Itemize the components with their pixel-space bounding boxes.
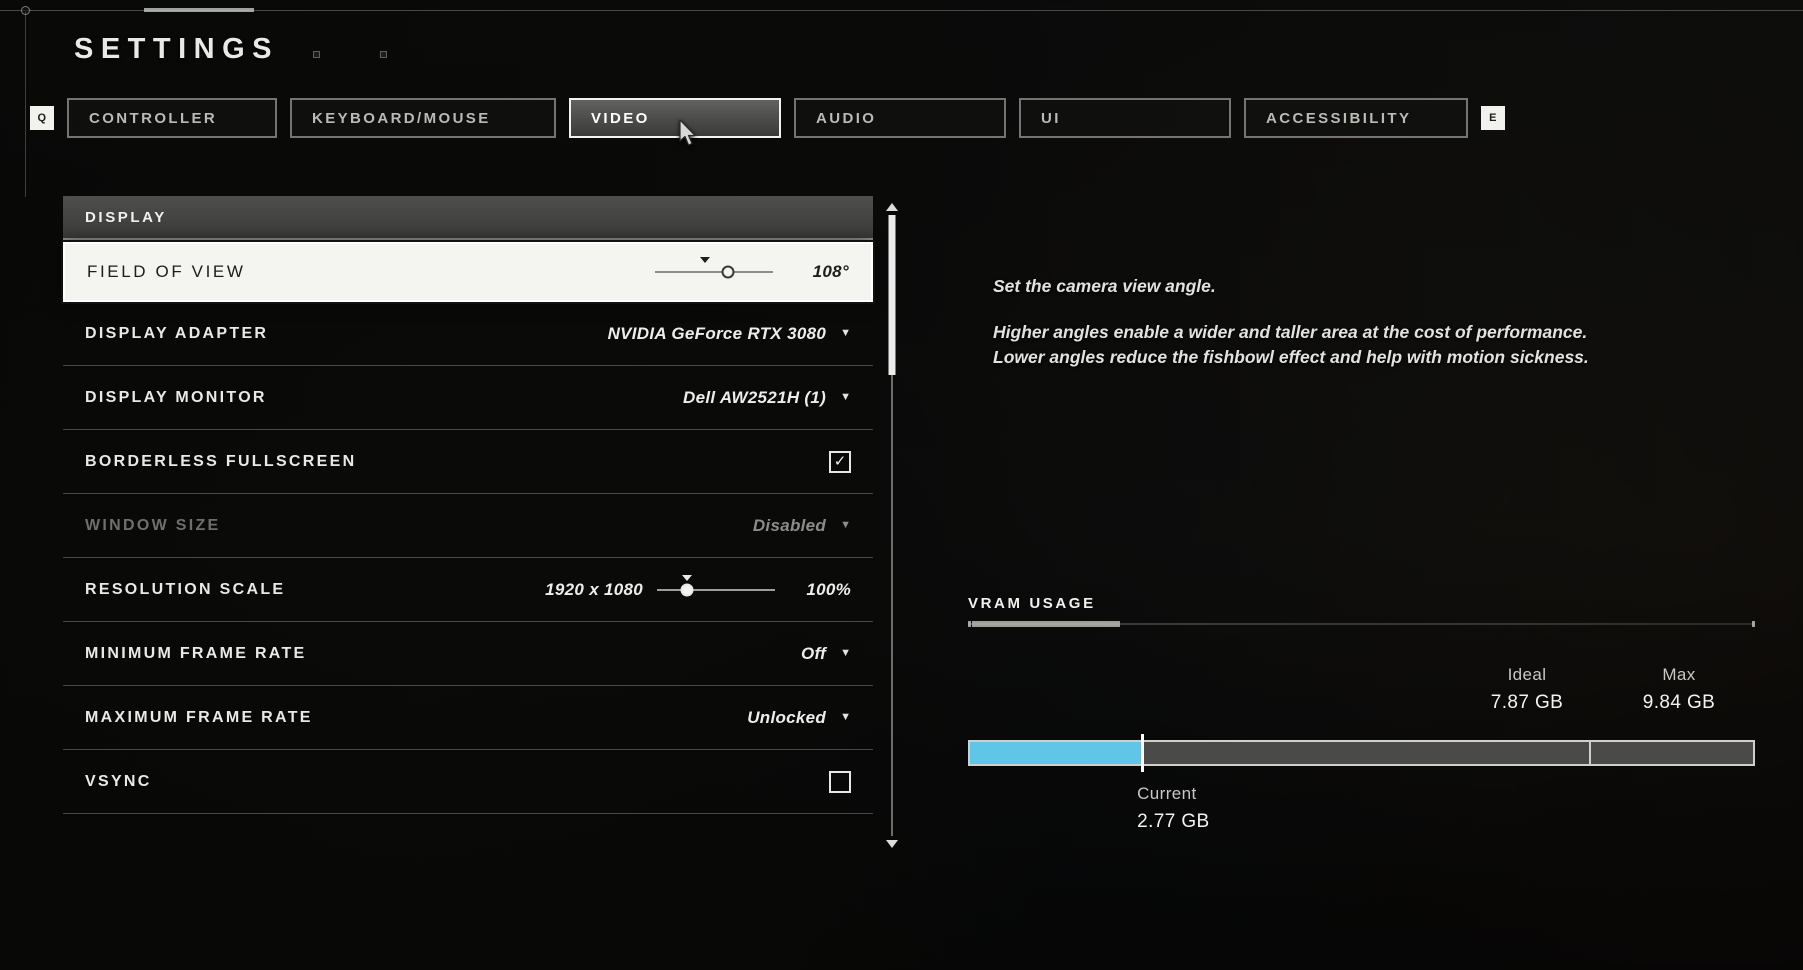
left-frame-rule — [25, 12, 26, 197]
tab-controller[interactable]: CONTROLLER — [67, 98, 277, 138]
prev-tab-key-badge[interactable]: Q — [30, 106, 54, 130]
vram-ideal-stat: Ideal 7.87 GB — [1451, 665, 1603, 714]
chevron-down-icon[interactable]: ▼ — [840, 712, 851, 723]
setting-row-window-size: WINDOW SIZE Disabled ▼ — [63, 494, 873, 558]
field-of-view-label: FIELD OF VIEW — [87, 262, 246, 281]
vram-stats: Ideal 7.87 GB Max 9.84 GB — [1451, 665, 1755, 714]
tab-video-label: VIDEO — [591, 109, 650, 127]
vram-usage-rule — [968, 621, 1755, 627]
vram-usage-panel: VRAM USAGE Ideal 7.87 GB Max 9.84 GB Cur… — [968, 595, 1755, 832]
vram-current-stat: Current 2.77 GB — [1137, 784, 1210, 833]
vram-usage-bar — [968, 734, 1755, 772]
tab-ui-label: UI — [1041, 109, 1061, 127]
borderless-fullscreen-checkbox[interactable]: ✓ — [829, 450, 851, 473]
settings-tabbar: Q CONTROLLER KEYBOARD/MOUSE VIDEO AUDIO … — [30, 98, 1505, 138]
resolution-scale-resolution: 1920 x 1080 — [545, 579, 643, 599]
top-frame-accent — [144, 8, 254, 12]
setting-description: Set the camera view angle. Higher angles… — [993, 275, 1773, 368]
field-of-view-value: 108° — [812, 262, 849, 281]
resolution-scale-default-tick-icon — [681, 574, 692, 581]
tab-accessibility-label: ACCESSIBILITY — [1266, 109, 1412, 127]
setting-row-borderless-fullscreen[interactable]: BORDERLESS FULLSCREEN ✓ — [63, 430, 873, 494]
vram-max-label: Max — [1662, 665, 1696, 684]
vram-max-value: 9.84 GB — [1642, 692, 1716, 713]
display-adapter-value: NVIDIA GeForce RTX 3080 — [607, 323, 827, 343]
vram-ideal-divider — [1588, 742, 1591, 764]
vsync-checkbox[interactable] — [829, 770, 851, 793]
description-line-1: Set the camera view angle. — [993, 276, 1216, 296]
display-monitor-value: Dell AW2521H (1) — [683, 387, 827, 407]
borderless-fullscreen-label: BORDERLESS FULLSCREEN — [85, 452, 357, 470]
setting-row-maximum-frame-rate[interactable]: MAXIMUM FRAME RATE Unlocked ▼ — [63, 686, 873, 750]
title-decoration-square-2 — [380, 51, 387, 58]
scroll-down-arrow-icon[interactable] — [886, 840, 898, 848]
field-of-view-slider[interactable] — [655, 257, 773, 279]
setting-row-field-of-view[interactable]: FIELD OF VIEW 108° — [63, 242, 873, 302]
resolution-scale-label: RESOLUTION SCALE — [85, 580, 286, 598]
resolution-scale-slider[interactable] — [657, 574, 775, 596]
tab-audio-label: AUDIO — [816, 109, 877, 127]
minimum-frame-rate-value: Off — [800, 643, 827, 663]
maximum-frame-rate-label: MAXIMUM FRAME RATE — [85, 708, 313, 726]
tab-keyboard-mouse-label: KEYBOARD/MOUSE — [312, 109, 491, 127]
description-line-3: Lower angles reduce the fishbowl effect … — [993, 346, 1589, 367]
settings-screen: SETTINGS Q CONTROLLER KEYBOARD/MOUSE VID… — [0, 0, 1803, 970]
field-of-view-slider-track — [655, 271, 773, 273]
setting-row-vsync[interactable]: VSYNC — [63, 750, 873, 814]
resolution-scale-slider-track — [657, 588, 775, 591]
top-frame-rule — [0, 10, 1803, 11]
vram-current-value: 2.77 GB — [1137, 811, 1210, 832]
vram-usage-rule-accent — [972, 621, 1120, 627]
setting-row-display-monitor[interactable]: DISPLAY MONITOR Dell AW2521H (1) ▼ — [63, 366, 873, 430]
window-size-value: Disabled — [752, 515, 827, 535]
vram-current-marker — [1141, 734, 1145, 772]
tab-video[interactable]: VIDEO — [569, 98, 781, 138]
tab-ui[interactable]: UI — [1019, 98, 1231, 138]
setting-row-resolution-scale[interactable]: RESOLUTION SCALE 1920 x 1080 100% — [63, 558, 873, 622]
vram-current-label: Current — [1137, 784, 1197, 803]
tab-audio[interactable]: AUDIO — [794, 98, 1006, 138]
vram-ideal-value: 7.87 GB — [1490, 692, 1564, 713]
tab-accessibility[interactable]: ACCESSIBILITY — [1244, 98, 1468, 138]
settings-list-scrollbar[interactable] — [884, 203, 900, 848]
maximum-frame-rate-value: Unlocked — [747, 707, 827, 727]
window-size-label: WINDOW SIZE — [85, 516, 221, 534]
vram-max-stat: Max 9.84 GB — [1603, 665, 1755, 714]
vram-ideal-label: Ideal — [1507, 665, 1547, 684]
tab-controller-label: CONTROLLER — [89, 109, 218, 127]
page-title: SETTINGS — [74, 33, 280, 65]
chevron-down-icon[interactable]: ▼ — [840, 392, 851, 403]
chevron-down-icon[interactable]: ▼ — [840, 328, 851, 339]
section-header-display: DISPLAY — [63, 196, 873, 240]
chevron-down-icon[interactable]: ▼ — [840, 648, 851, 659]
resolution-scale-value: 100% — [806, 579, 851, 599]
scrollbar-thumb[interactable] — [888, 215, 896, 375]
vram-bar-wrap: Current 2.77 GB — [968, 734, 1755, 832]
settings-list: DISPLAY FIELD OF VIEW 108° DISPLAY ADAPT… — [63, 196, 873, 851]
vram-usage-title: VRAM USAGE — [968, 595, 1096, 612]
display-adapter-label: DISPLAY ADAPTER — [85, 324, 269, 342]
field-of-view-default-tick-icon — [699, 257, 710, 263]
description-line-2: Higher angles enable a wider and taller … — [993, 322, 1588, 343]
field-of-view-slider-knob[interactable] — [721, 265, 735, 279]
scroll-up-arrow-icon[interactable] — [886, 203, 898, 211]
setting-row-display-adapter[interactable]: DISPLAY ADAPTER NVIDIA GeForce RTX 3080 … — [63, 302, 873, 366]
title-decoration-square-1 — [313, 51, 320, 58]
vsync-label: VSYNC — [85, 772, 152, 790]
resolution-scale-slider-knob[interactable] — [680, 583, 693, 596]
next-tab-key-badge[interactable]: E — [1481, 106, 1505, 130]
tab-keyboard-mouse[interactable]: KEYBOARD/MOUSE — [290, 98, 556, 138]
vram-current-fill — [970, 742, 1143, 764]
setting-row-minimum-frame-rate[interactable]: MINIMUM FRAME RATE Off ▼ — [63, 622, 873, 686]
minimum-frame-rate-label: MINIMUM FRAME RATE — [85, 644, 307, 662]
chevron-down-icon: ▼ — [840, 519, 851, 531]
section-header-label: DISPLAY — [85, 208, 167, 226]
display-monitor-label: DISPLAY MONITOR — [85, 388, 267, 406]
